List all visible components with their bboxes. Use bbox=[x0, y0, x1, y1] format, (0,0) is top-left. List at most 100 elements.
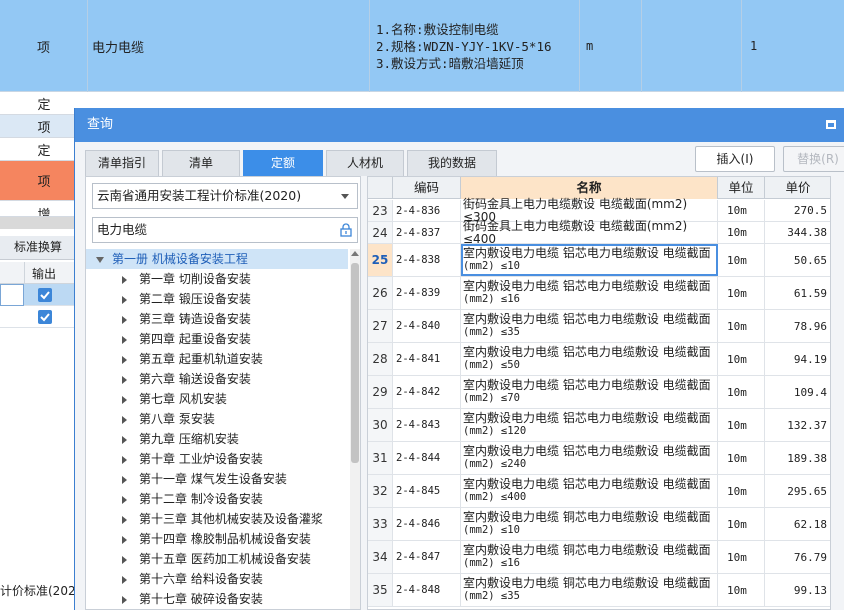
tree-item[interactable]: 第十六章 给料设备安装 bbox=[86, 569, 348, 589]
collapse-arrow-icon[interactable] bbox=[122, 455, 127, 464]
search-filter-icon[interactable] bbox=[339, 223, 353, 237]
conversion-row[interactable] bbox=[0, 306, 74, 328]
collapse-arrow-icon[interactable] bbox=[122, 555, 127, 564]
table-row[interactable]: 33 2-4-846 室内敷设电力电缆 铜芯电力电缆敷设 电缆截面 (mm2) ≤10… bbox=[368, 508, 830, 541]
row-quantity-cell: 1 bbox=[750, 39, 758, 53]
header-price[interactable]: 单价 bbox=[765, 177, 830, 199]
collapse-arrow-icon[interactable] bbox=[122, 395, 127, 404]
output-checkbox[interactable] bbox=[38, 310, 52, 324]
insert-button[interactable]: 插入(I) bbox=[695, 146, 775, 172]
scrollbar-thumb[interactable] bbox=[351, 263, 359, 463]
dialog-titlebar[interactable]: 查询 bbox=[75, 108, 844, 142]
conversion-value-input[interactable] bbox=[0, 284, 24, 306]
query-dialog: 查询 清单指引 清单 定额 人材机 我的数据 插入(I) 替换(R) 云南省通用… bbox=[74, 108, 844, 610]
header-unit[interactable]: 单位 bbox=[718, 177, 765, 199]
tree-item[interactable]: 第十三章 其他机械安装及设备灌浆 bbox=[86, 509, 348, 529]
collapse-arrow-icon[interactable] bbox=[122, 335, 127, 344]
maximize-icon[interactable] bbox=[826, 120, 836, 129]
table-row[interactable]: 28 2-4-841 室内敷设电力电缆 铝芯电力电缆敷设 电缆截面 (mm2) ≤50… bbox=[368, 343, 830, 376]
row-code: 2-4-841 bbox=[393, 343, 461, 375]
tab-list-guide[interactable]: 清单指引 bbox=[85, 150, 159, 176]
header-name[interactable]: 名称 bbox=[461, 177, 718, 199]
table-row[interactable]: 35 2-4-848 室内敷设电力电缆 铜芯电力电缆敷设 电缆截面 (mm2) ≤35… bbox=[368, 574, 830, 607]
row-unit: 10m bbox=[718, 200, 765, 221]
collapse-arrow-icon[interactable] bbox=[122, 355, 127, 364]
table-row[interactable]: 26 2-4-839 室内敷设电力电缆 铝芯电力电缆敷设 电缆截面 (mm2) ≤16… bbox=[368, 277, 830, 310]
conversion-table-header: 输出 bbox=[0, 262, 74, 284]
row-number: 30 bbox=[368, 409, 393, 441]
tree-item-label: 第十二章 制冷设备安装 bbox=[139, 492, 263, 506]
tab-quota[interactable]: 定额 bbox=[243, 150, 323, 176]
table-row[interactable]: 34 2-4-847 室内敷设电力电缆 铜芯电力电缆敷设 电缆截面 (mm2) ≤16… bbox=[368, 541, 830, 574]
row-unit: 10m bbox=[718, 541, 765, 573]
tree-item[interactable]: 第一章 切削设备安装 bbox=[86, 269, 348, 289]
table-row[interactable]: 31 2-4-844 室内敷设电力电缆 铝芯电力电缆敷设 电缆截面 (mm2) ≤24… bbox=[368, 442, 830, 475]
row-name-line: 室内敷设电力电缆 铜芯电力电缆敷设 电缆截面 bbox=[463, 543, 711, 557]
row-unit: 10m bbox=[718, 376, 765, 408]
collapse-arrow-icon[interactable] bbox=[122, 575, 127, 584]
chevron-down-icon bbox=[341, 194, 349, 199]
header-code[interactable]: 编码 bbox=[393, 177, 461, 199]
collapse-arrow-icon[interactable] bbox=[122, 475, 127, 484]
tree-item[interactable]: 第九章 压缩机安装 bbox=[86, 429, 348, 449]
tree-item[interactable]: 第十五章 医药加工机械设备安装 bbox=[86, 549, 348, 569]
quota-table: 编码 名称 单位 单价 23 2-4-836 街码金具上电力电缆敷设 电缆截面(mm… bbox=[367, 176, 831, 610]
tree-item[interactable]: 第五章 起重机轨道安装 bbox=[86, 349, 348, 369]
replace-button[interactable]: 替换(R) bbox=[783, 146, 844, 172]
collapse-arrow-icon[interactable] bbox=[122, 295, 127, 304]
collapse-arrow-icon[interactable] bbox=[122, 595, 127, 604]
tab-list[interactable]: 清单 bbox=[162, 150, 240, 176]
table-row[interactable]: 29 2-4-842 室内敷设电力电缆 铝芯电力电缆敷设 电缆截面 (mm2) ≤70… bbox=[368, 376, 830, 409]
standard-name-text: 计价标准(2020 bbox=[0, 582, 74, 602]
collapse-arrow-icon[interactable] bbox=[122, 535, 127, 544]
tree-scrollbar[interactable] bbox=[350, 249, 360, 609]
tree-item-label: 第七章 风机安装 bbox=[139, 392, 227, 406]
collapse-arrow-icon[interactable] bbox=[122, 275, 127, 284]
tree-item[interactable]: 第十七章 破碎设备安装 bbox=[86, 589, 348, 609]
conversion-row[interactable] bbox=[0, 284, 74, 306]
tree-item[interactable]: 第十一章 煤气发生设备安装 bbox=[86, 469, 348, 489]
tab-my-data[interactable]: 我的数据 bbox=[407, 150, 497, 176]
table-body: 23 2-4-836 街码金具上电力电缆敷设 电缆截面(mm2) ≤300 10m 27… bbox=[368, 197, 830, 607]
tree-item[interactable]: 第十章 工业炉设备安装 bbox=[86, 449, 348, 469]
row-description-cell: 1.名称:敷设控制电缆 2.规格:WDZN-YJY-1KV-5*16 3.敷设方… bbox=[370, 0, 580, 92]
tree-item-label: 第二章 锻压设备安装 bbox=[139, 292, 251, 306]
tree-root-item[interactable]: 第一册 机械设备安装工程 bbox=[86, 249, 348, 269]
collapse-arrow-icon[interactable] bbox=[122, 415, 127, 424]
row-name-line: (mm2) ≤16 bbox=[463, 293, 520, 305]
row-price: 50.65 bbox=[765, 244, 830, 276]
collapse-arrow-icon[interactable] bbox=[122, 515, 127, 524]
tree-item[interactable]: 第六章 输送设备安装 bbox=[86, 369, 348, 389]
output-checkbox[interactable] bbox=[38, 288, 52, 302]
table-row[interactable]: 25 2-4-838 室内敷设电力电缆 铝芯电力电缆敷设 电缆截面 (mm2) ≤10… bbox=[368, 244, 830, 277]
collapse-arrow-icon[interactable] bbox=[122, 375, 127, 384]
scroll-up-icon[interactable] bbox=[351, 251, 359, 256]
expand-arrow-icon[interactable] bbox=[96, 256, 104, 263]
tree-item[interactable]: 第十四章 橡胶制品机械设备安装 bbox=[86, 529, 348, 549]
tree-item[interactable]: 第二章 锻压设备安装 bbox=[86, 289, 348, 309]
row-name-line: 室内敷设电力电缆 铝芯电力电缆敷设 电缆截面 bbox=[463, 378, 711, 392]
table-row[interactable]: 30 2-4-843 室内敷设电力电缆 铝芯电力电缆敷设 电缆截面 (mm2) ≤12… bbox=[368, 409, 830, 442]
collapse-arrow-icon[interactable] bbox=[122, 495, 127, 504]
table-row[interactable]: 32 2-4-845 室内敷设电力电缆 铝芯电力电缆敷设 电缆截面 (mm2) ≤40… bbox=[368, 475, 830, 508]
row-unit: 10m bbox=[718, 475, 765, 507]
row-unit: 10m bbox=[718, 310, 765, 342]
tree-item[interactable]: 第三章 铸造设备安装 bbox=[86, 309, 348, 329]
tree-item[interactable]: 第四章 起重设备安装 bbox=[86, 329, 348, 349]
standard-select[interactable]: 云南省通用安装工程计价标准(2020) bbox=[92, 183, 358, 209]
collapse-arrow-icon[interactable] bbox=[122, 315, 127, 324]
tree-item[interactable]: 第十二章 制冷设备安装 bbox=[86, 489, 348, 509]
search-input[interactable]: 电力电缆 bbox=[92, 217, 358, 243]
tree-root-label: 第一册 机械设备安装工程 bbox=[112, 252, 248, 266]
tree-item[interactable]: 第八章 泵安装 bbox=[86, 409, 348, 429]
tree-item[interactable]: 第七章 风机安装 bbox=[86, 389, 348, 409]
tab-standard-conversion[interactable]: 标准换算 bbox=[0, 236, 74, 260]
row-price: 270.5 bbox=[765, 200, 830, 221]
row-unit: 10m bbox=[718, 508, 765, 540]
table-row[interactable]: 27 2-4-840 室内敷设电力电缆 铝芯电力电缆敷设 电缆截面 (mm2) ≤35… bbox=[368, 310, 830, 343]
collapse-arrow-icon[interactable] bbox=[122, 435, 127, 444]
tree-item-label: 第四章 起重设备安装 bbox=[139, 332, 251, 346]
tab-labor-material-machine[interactable]: 人材机 bbox=[326, 150, 404, 176]
main-grid-selected-row[interactable]: 项 电力电缆 1.名称:敷设控制电缆 2.规格:WDZN-YJY-1KV-5*1… bbox=[0, 0, 844, 92]
table-row[interactable]: 24 2-4-837 街码金具上电力电缆敷设 电缆截面(mm2) ≤400 10m 34… bbox=[368, 219, 830, 245]
